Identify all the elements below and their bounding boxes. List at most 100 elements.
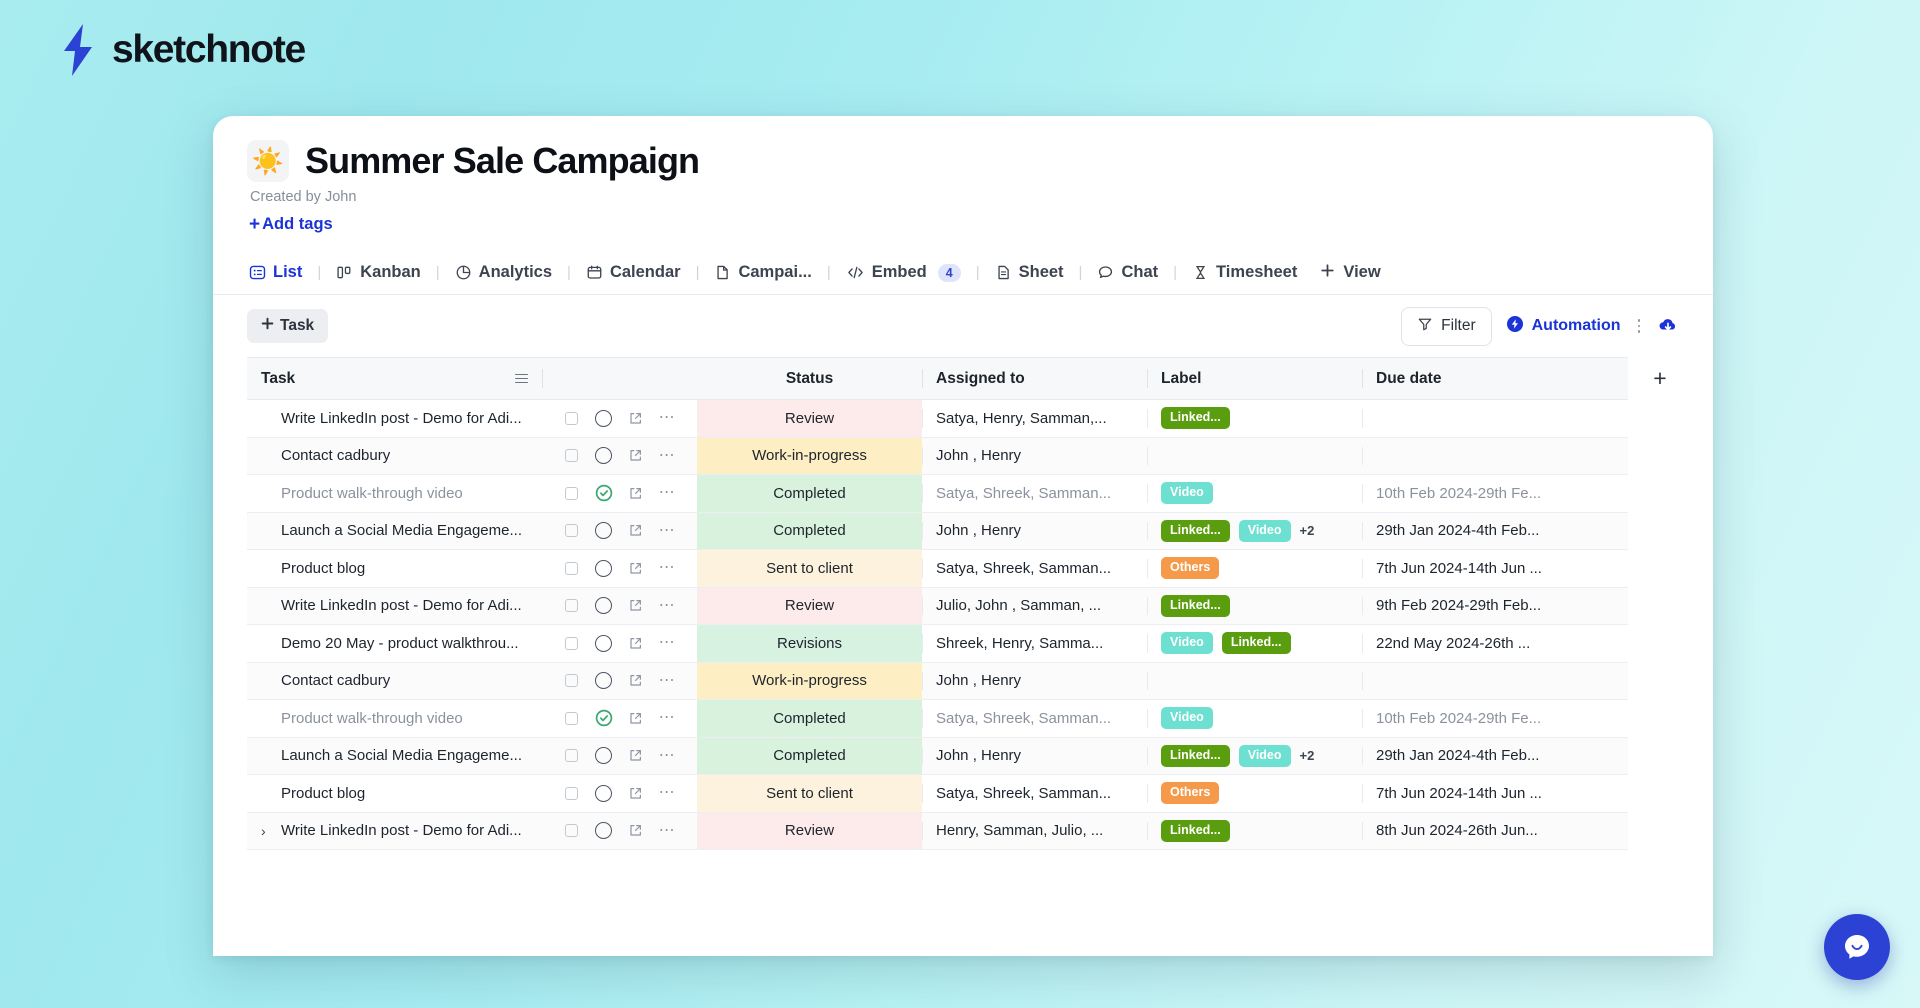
- row-checkbox[interactable]: [556, 711, 588, 725]
- label-chip[interactable]: Linked...: [1161, 519, 1230, 542]
- cell-label[interactable]: Video: [1147, 699, 1362, 738]
- table-row[interactable]: Demo 20 May - product walkthrou... ⋯ Revis…: [247, 624, 1628, 663]
- cell-due-date[interactable]: 9th Feb 2024-29th Feb...: [1362, 587, 1628, 625]
- label-chip[interactable]: Linked...: [1161, 744, 1230, 767]
- open-external-icon[interactable]: [620, 711, 652, 726]
- tab-analytics[interactable]: Analytics: [453, 263, 554, 282]
- filter-button[interactable]: Filter: [1401, 306, 1492, 346]
- cell-label[interactable]: Others: [1147, 774, 1362, 813]
- label-chip[interactable]: Video: [1161, 632, 1213, 655]
- row-checkbox[interactable]: [556, 524, 588, 538]
- row-checkbox[interactable]: [556, 636, 588, 650]
- open-external-icon[interactable]: [620, 561, 652, 576]
- row-more-icon[interactable]: ⋯: [651, 785, 683, 801]
- label-chip[interactable]: Video: [1161, 482, 1213, 505]
- cell-status[interactable]: Completed: [697, 512, 922, 550]
- row-more-icon[interactable]: ⋯: [651, 710, 683, 726]
- row-checkbox[interactable]: [556, 486, 588, 500]
- cell-task[interactable]: Write LinkedIn post - Demo for Adi...: [247, 399, 542, 438]
- table-row[interactable]: Product walk-through video ⋯ Completed Saty…: [247, 474, 1628, 513]
- status-check-icon[interactable]: [588, 709, 620, 727]
- row-checkbox[interactable]: [556, 749, 588, 763]
- status-circle-icon[interactable]: [588, 409, 620, 427]
- cell-label[interactable]: Video: [1147, 474, 1362, 513]
- cell-assigned-to[interactable]: John , Henry: [922, 662, 1147, 700]
- brand-logo[interactable]: sketchnote: [58, 24, 306, 76]
- label-overflow-count[interactable]: +2: [1300, 523, 1315, 538]
- cell-status[interactable]: Review: [697, 812, 922, 850]
- cell-status[interactable]: Revisions: [697, 624, 922, 663]
- open-external-icon[interactable]: [620, 523, 652, 538]
- status-circle-icon[interactable]: [588, 597, 620, 615]
- cell-task[interactable]: Product walk-through video: [247, 474, 542, 513]
- status-circle-icon[interactable]: [588, 747, 620, 765]
- row-more-icon[interactable]: ⋯: [651, 522, 683, 539]
- open-external-icon[interactable]: [620, 448, 652, 463]
- cell-due-date[interactable]: 10th Feb 2024-29th Fe...: [1362, 474, 1628, 513]
- table-row[interactable]: Launch a Social Media Engageme... ⋯ Comple…: [247, 512, 1628, 550]
- cell-status[interactable]: Review: [697, 399, 922, 438]
- row-more-icon[interactable]: ⋯: [651, 560, 683, 576]
- tab-calendar[interactable]: Calendar: [584, 263, 683, 282]
- cell-task[interactable]: Demo 20 May - product walkthrou...: [247, 624, 542, 663]
- cell-due-date[interactable]: [1362, 662, 1628, 700]
- table-row[interactable]: Write LinkedIn post - Demo for Adi... ⋯ Re…: [247, 399, 1628, 438]
- row-more-icon[interactable]: ⋯: [651, 447, 683, 464]
- tab-timesheet[interactable]: Timesheet: [1190, 263, 1299, 282]
- column-header-due-date[interactable]: Due date: [1362, 357, 1628, 400]
- cell-assigned-to[interactable]: John , Henry: [922, 437, 1147, 475]
- tab-list[interactable]: List: [247, 263, 304, 282]
- table-row[interactable]: Contact cadbury ⋯ Work-in-progress John , H…: [247, 662, 1628, 700]
- cell-assigned-to[interactable]: Satya, Shreek, Samman...: [922, 549, 1147, 588]
- label-chip[interactable]: Video: [1238, 744, 1291, 767]
- cell-task[interactable]: › Write LinkedIn post - Demo for Adi...: [247, 812, 542, 850]
- automation-button[interactable]: Automation: [1506, 315, 1621, 338]
- add-task-button[interactable]: Task: [247, 309, 329, 343]
- cell-due-date[interactable]: 29th Jan 2024-4th Feb...: [1362, 512, 1628, 550]
- table-row[interactable]: Product blog ⋯ Sent to client Satya, Shreek…: [247, 549, 1628, 588]
- cell-status[interactable]: Work-in-progress: [697, 437, 922, 475]
- label-chip[interactable]: Others: [1161, 782, 1220, 805]
- row-more-icon[interactable]: ⋯: [651, 410, 683, 426]
- status-circle-icon[interactable]: [588, 822, 620, 840]
- cell-assigned-to[interactable]: Satya, Henry, Samman,...: [922, 399, 1147, 438]
- cell-task[interactable]: Write LinkedIn post - Demo for Adi...: [247, 587, 542, 625]
- label-chip[interactable]: Linked...: [1161, 594, 1230, 617]
- table-row[interactable]: Contact cadbury ⋯ Work-in-progress John , H…: [247, 437, 1628, 475]
- cell-task[interactable]: Product walk-through video: [247, 699, 542, 738]
- cell-label[interactable]: Linked... Video +2: [1147, 737, 1362, 775]
- column-header-label[interactable]: Label: [1147, 357, 1362, 400]
- cell-due-date[interactable]: 7th Jun 2024-14th Jun ...: [1362, 549, 1628, 588]
- cell-assigned-to[interactable]: Satya, Shreek, Samman...: [922, 774, 1147, 813]
- cell-task[interactable]: Launch a Social Media Engageme...: [247, 737, 542, 775]
- open-external-icon[interactable]: [620, 748, 652, 763]
- add-view-button[interactable]: View: [1319, 262, 1381, 284]
- status-circle-icon[interactable]: [588, 447, 620, 465]
- row-checkbox[interactable]: [556, 411, 588, 425]
- label-chip[interactable]: Linked...: [1221, 632, 1291, 655]
- table-row[interactable]: Product blog ⋯ Sent to client Satya, Shreek…: [247, 774, 1628, 813]
- cell-due-date[interactable]: 22nd May 2024-26th ...: [1362, 624, 1628, 663]
- row-checkbox[interactable]: [556, 786, 588, 800]
- open-external-icon[interactable]: [620, 636, 652, 651]
- status-check-icon[interactable]: [588, 484, 620, 502]
- cell-task[interactable]: Contact cadbury: [247, 437, 542, 475]
- row-more-icon[interactable]: ⋯: [651, 747, 683, 764]
- row-checkbox[interactable]: [556, 674, 588, 688]
- label-chip[interactable]: Video: [1238, 519, 1291, 542]
- cell-due-date[interactable]: 7th Jun 2024-14th Jun ...: [1362, 774, 1628, 813]
- cell-label[interactable]: Video Linked...: [1147, 624, 1362, 663]
- table-row[interactable]: Product walk-through video ⋯ Completed Saty…: [247, 699, 1628, 738]
- open-external-icon[interactable]: [620, 598, 652, 613]
- row-more-icon[interactable]: ⋯: [651, 485, 683, 501]
- vertical-dots-icon[interactable]: [1635, 319, 1644, 333]
- tab-sheet[interactable]: Sheet: [993, 263, 1066, 282]
- cell-label[interactable]: Linked...: [1147, 587, 1362, 625]
- status-circle-icon[interactable]: [588, 784, 620, 802]
- column-header-assigned-to[interactable]: Assigned to: [922, 357, 1147, 400]
- cell-status[interactable]: Completed: [697, 737, 922, 775]
- open-external-icon[interactable]: [620, 673, 652, 688]
- row-checkbox[interactable]: [556, 449, 588, 463]
- chat-widget-button[interactable]: [1824, 914, 1890, 980]
- cell-task[interactable]: Product blog: [247, 549, 542, 588]
